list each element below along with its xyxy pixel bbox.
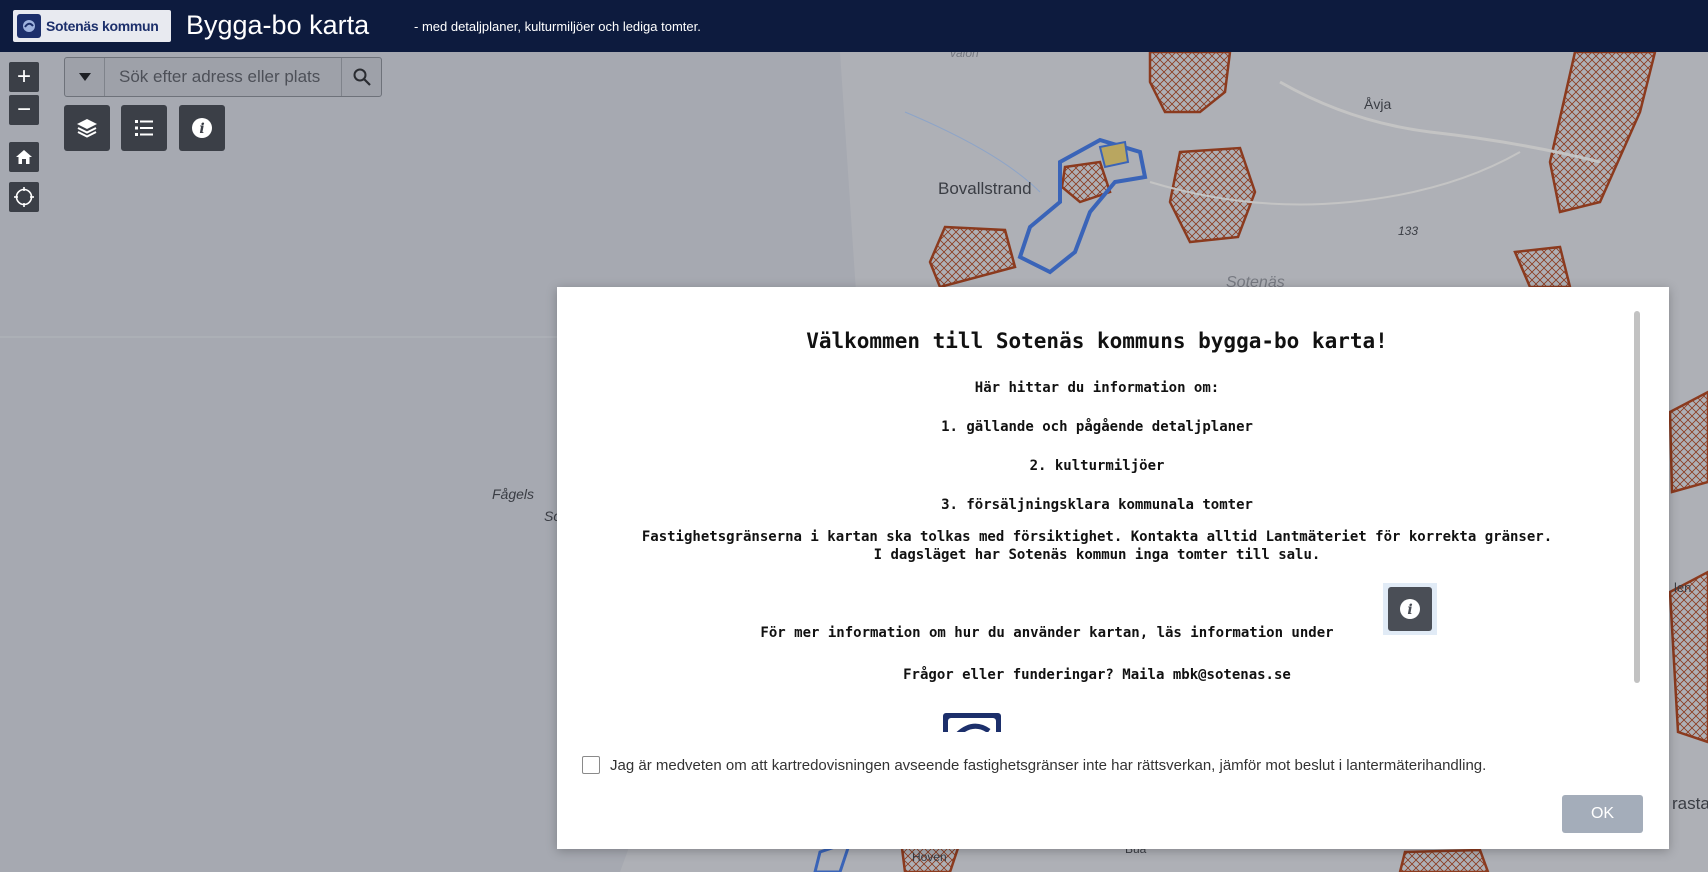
home-button[interactable]: [9, 142, 39, 172]
map-label-valon: valon: [950, 52, 979, 60]
dialog-item-2: 2. kulturmiljöer: [1029, 458, 1165, 474]
dialog-scrollbar[interactable]: [1634, 311, 1640, 683]
municipality-logo[interactable]: Sotenäs kommun: [13, 10, 171, 42]
app-header: Sotenäs kommun Bygga-bo karta - med deta…: [0, 0, 1708, 52]
dialog-intro: Här hittar du information om:: [974, 380, 1220, 396]
map-label-len: len: [1674, 580, 1692, 595]
map-label-elevation: 133: [1398, 224, 1419, 238]
map-label-hoven: Hoven: [912, 850, 947, 864]
magnifier-icon: [353, 68, 371, 86]
dialog-item-3: 3. försäljningsklara kommunala tomter: [941, 497, 1253, 513]
dialog-info-button[interactable]: i: [1388, 587, 1432, 631]
map-label-fagels: Fågels: [492, 486, 535, 502]
plus-icon: +: [16, 63, 31, 90]
dialog-note-1: Fastighetsgränserna i kartan ska tolkas …: [641, 529, 1553, 545]
ok-button[interactable]: OK: [1562, 795, 1643, 833]
layers-button[interactable]: [64, 105, 110, 151]
search-button[interactable]: [341, 58, 381, 96]
dialog-municipality-logo: [943, 713, 1001, 732]
legend-button[interactable]: [121, 105, 167, 151]
consent-row: Jag är medveten om att kartredovisningen…: [582, 756, 1486, 774]
municipality-emblem-icon: [17, 14, 41, 38]
dialog-contact: Frågor eller funderingar? Maila mbk@sote…: [903, 667, 1291, 683]
logo-text: Sotenäs kommun: [46, 18, 159, 34]
dialog-item-1: 1. gällande och pågående detaljplaner: [941, 419, 1253, 435]
welcome-dialog: Välkommen till Sotenäs kommuns bygga-bo …: [557, 287, 1669, 849]
search-input[interactable]: [105, 58, 341, 96]
search-box: [64, 57, 382, 97]
list-icon: [135, 120, 153, 136]
consent-checkbox[interactable]: [582, 756, 600, 774]
svg-text:i: i: [199, 121, 204, 137]
layers-icon: [77, 119, 97, 138]
map-label-bovallstrand: Bovallstrand: [938, 179, 1032, 198]
info-icon: i: [192, 118, 212, 138]
search-source-dropdown[interactable]: [65, 58, 105, 96]
home-icon: [16, 150, 32, 164]
dialog-title: Välkommen till Sotenäs kommuns bygga-bo …: [806, 329, 1388, 353]
zoom-in-button[interactable]: +: [9, 62, 39, 92]
dialog-note-2: I dagsläget har Sotenäs kommun inga tomt…: [873, 547, 1321, 563]
minus-icon: −: [16, 96, 31, 123]
dialog-content: Välkommen till Sotenäs kommuns bygga-bo …: [557, 287, 1637, 732]
app-title: Bygga-bo karta: [186, 10, 370, 40]
map-label-rasta: rasta: [1672, 794, 1708, 813]
map-label-avja: Åvja: [1364, 96, 1392, 112]
info-icon: i: [1400, 599, 1420, 619]
caret-down-icon: [78, 73, 91, 81]
info-button[interactable]: i: [179, 105, 225, 151]
municipality-emblem-icon: [948, 718, 996, 732]
app-subtitle: - med detaljplaner, kulturmiljöer och le…: [414, 19, 701, 34]
zoom-out-button[interactable]: −: [9, 95, 39, 125]
consent-label: Jag är medveten om att kartredovisningen…: [610, 756, 1487, 774]
locate-button[interactable]: [9, 182, 39, 212]
svg-text:i: i: [1407, 602, 1412, 618]
dialog-info-icon-frame: i: [1383, 583, 1437, 635]
crosshair-icon: [14, 187, 34, 207]
